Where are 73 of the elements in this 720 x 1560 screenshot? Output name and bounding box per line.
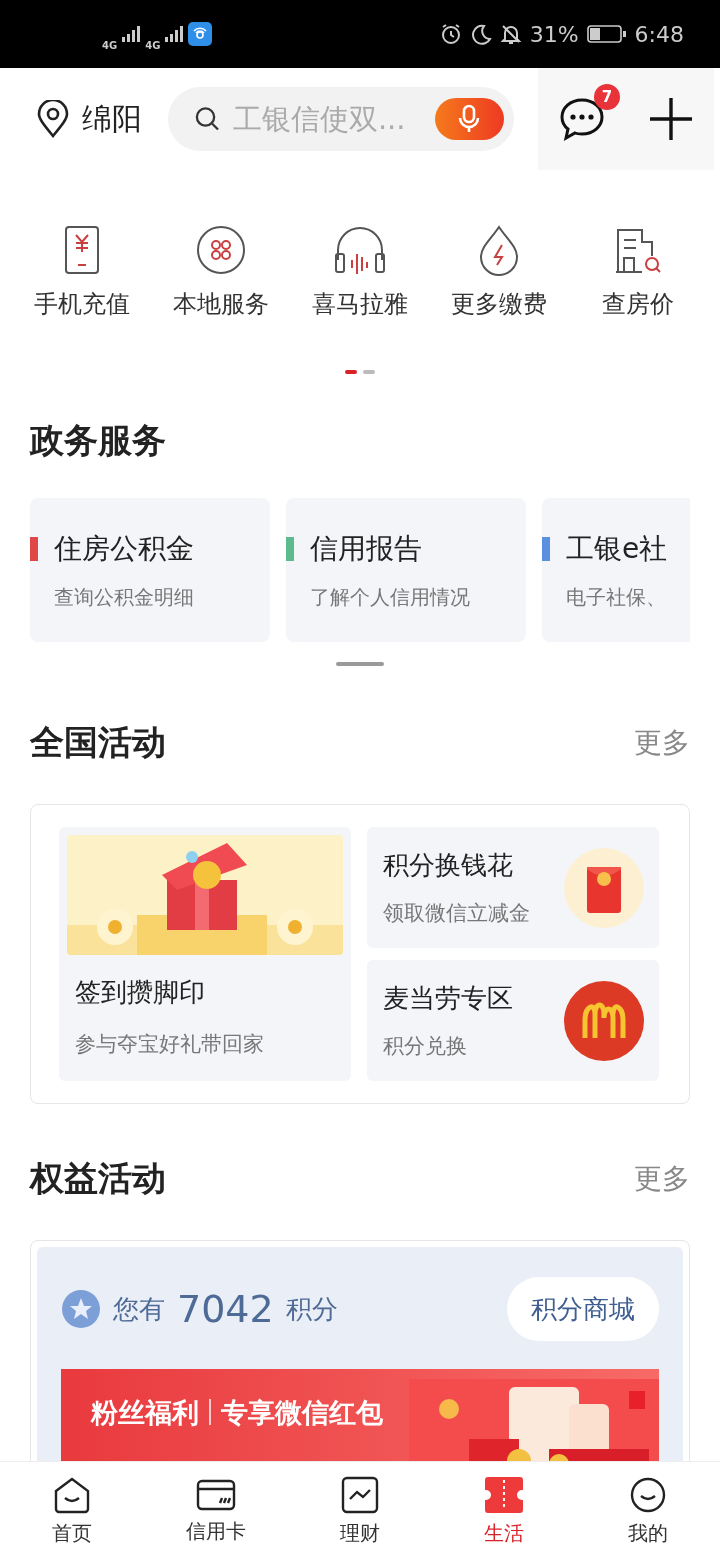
ticket-icon bbox=[484, 1475, 524, 1514]
card-subtitle: 了解个人信用情况 bbox=[309, 584, 471, 611]
envelope-icon bbox=[563, 846, 645, 929]
signal-icon bbox=[121, 25, 142, 43]
nav-tab[interactable]: 生活 bbox=[444, 1462, 564, 1560]
section-title: 全国活动 bbox=[30, 721, 166, 764]
card-title: 住房公积金 bbox=[54, 531, 194, 567]
scroll-indicator bbox=[336, 662, 384, 666]
tile-subtitle: 领取微信立减金 bbox=[383, 900, 530, 927]
alarm-icon bbox=[439, 23, 462, 45]
banner-title: 粉丝福利 bbox=[91, 1396, 199, 1430]
grid-circle-icon bbox=[196, 224, 246, 276]
notification-badge: 7 bbox=[594, 84, 620, 110]
more-link[interactable]: 更多 bbox=[634, 724, 690, 762]
service-card[interactable]: 信用报告 了解个人信用情况 bbox=[286, 498, 526, 642]
chart-icon bbox=[341, 1475, 379, 1514]
more-link[interactable]: 更多 bbox=[634, 1160, 690, 1198]
arches-icon bbox=[563, 979, 645, 1062]
clock-time: 6:48 bbox=[634, 21, 684, 47]
signal-icon bbox=[164, 25, 185, 43]
battery-percent: 31% bbox=[529, 21, 579, 47]
location-label[interactable]: 绵阳 bbox=[82, 98, 142, 140]
promo-banner[interactable]: 粉丝福利 专享微信红包 bbox=[61, 1369, 659, 1461]
card-subtitle: 查询公积金明细 bbox=[53, 584, 195, 611]
points-mall-button[interactable]: 积分商城 bbox=[507, 1277, 659, 1341]
hotspot-icon bbox=[188, 22, 213, 46]
service-card[interactable]: 住房公积金 查询公积金明细 bbox=[30, 498, 270, 642]
search-icon bbox=[194, 105, 221, 133]
nav-tab[interactable]: 信用卡 bbox=[156, 1462, 276, 1560]
tile-title: 麦当劳专区 bbox=[383, 982, 513, 1015]
star-badge-icon bbox=[61, 1289, 101, 1329]
activity-tile[interactable]: 签到攒脚印 参与夺宝好礼带回家 bbox=[59, 827, 351, 1081]
network-label: 4G bbox=[102, 39, 118, 51]
headphones-icon bbox=[333, 224, 387, 276]
voice-button[interactable] bbox=[434, 98, 504, 140]
card-title: 工银e社 bbox=[566, 531, 668, 567]
card-title: 信用报告 bbox=[310, 531, 422, 567]
tile-subtitle: 参与夺宝好礼带回家 bbox=[75, 1031, 265, 1058]
activity-tile[interactable]: 麦当劳专区 积分兑换 bbox=[367, 960, 659, 1081]
activity-tile[interactable]: 积分换钱花 领取微信立减金 bbox=[367, 827, 659, 948]
points-label: 您有 bbox=[113, 1292, 165, 1326]
tile-title: 签到攒脚印 bbox=[75, 976, 206, 1009]
add-icon[interactable] bbox=[648, 96, 694, 142]
muted-bell-icon bbox=[499, 23, 522, 45]
search-bar[interactable]: 工银信使双... bbox=[168, 87, 514, 151]
section-title: 政务服务 bbox=[30, 419, 167, 462]
drop-bolt-icon bbox=[477, 224, 521, 276]
service-label[interactable]: 手机充值 bbox=[34, 288, 130, 320]
tile-title: 积分换钱花 bbox=[383, 849, 514, 882]
service-label[interactable]: 本地服务 bbox=[173, 288, 269, 320]
network-label: 4G bbox=[145, 39, 161, 51]
location-pin-icon[interactable] bbox=[36, 100, 70, 138]
points-value: 7042 bbox=[177, 1287, 274, 1331]
points-unit: 积分 bbox=[285, 1292, 338, 1326]
card-icon bbox=[196, 1477, 236, 1512]
phone-yuan-icon bbox=[64, 224, 100, 276]
profile-icon bbox=[629, 1475, 667, 1514]
microphone-icon bbox=[458, 104, 481, 134]
service-label[interactable]: 喜马拉雅 bbox=[312, 288, 408, 320]
section-title: 权益活动 bbox=[30, 1157, 166, 1200]
home-icon bbox=[53, 1475, 91, 1514]
service-label[interactable]: 查房价 bbox=[602, 288, 674, 320]
card-subtitle: 电子社保、 bbox=[565, 584, 667, 611]
moon-icon bbox=[469, 23, 492, 45]
tile-subtitle: 积分兑换 bbox=[383, 1033, 468, 1060]
search-input[interactable]: 工银信使双... bbox=[232, 102, 423, 136]
nav-tab[interactable]: 理财 bbox=[300, 1462, 420, 1560]
battery-icon bbox=[586, 24, 627, 44]
nav-tab[interactable]: 首页 bbox=[12, 1462, 132, 1560]
banner-subtitle: 专享微信红包 bbox=[221, 1396, 383, 1430]
service-label[interactable]: 更多缴费 bbox=[451, 288, 547, 320]
nav-tab[interactable]: 我的 bbox=[588, 1462, 708, 1560]
service-card[interactable]: 工银e社 电子社保、 bbox=[542, 498, 690, 642]
